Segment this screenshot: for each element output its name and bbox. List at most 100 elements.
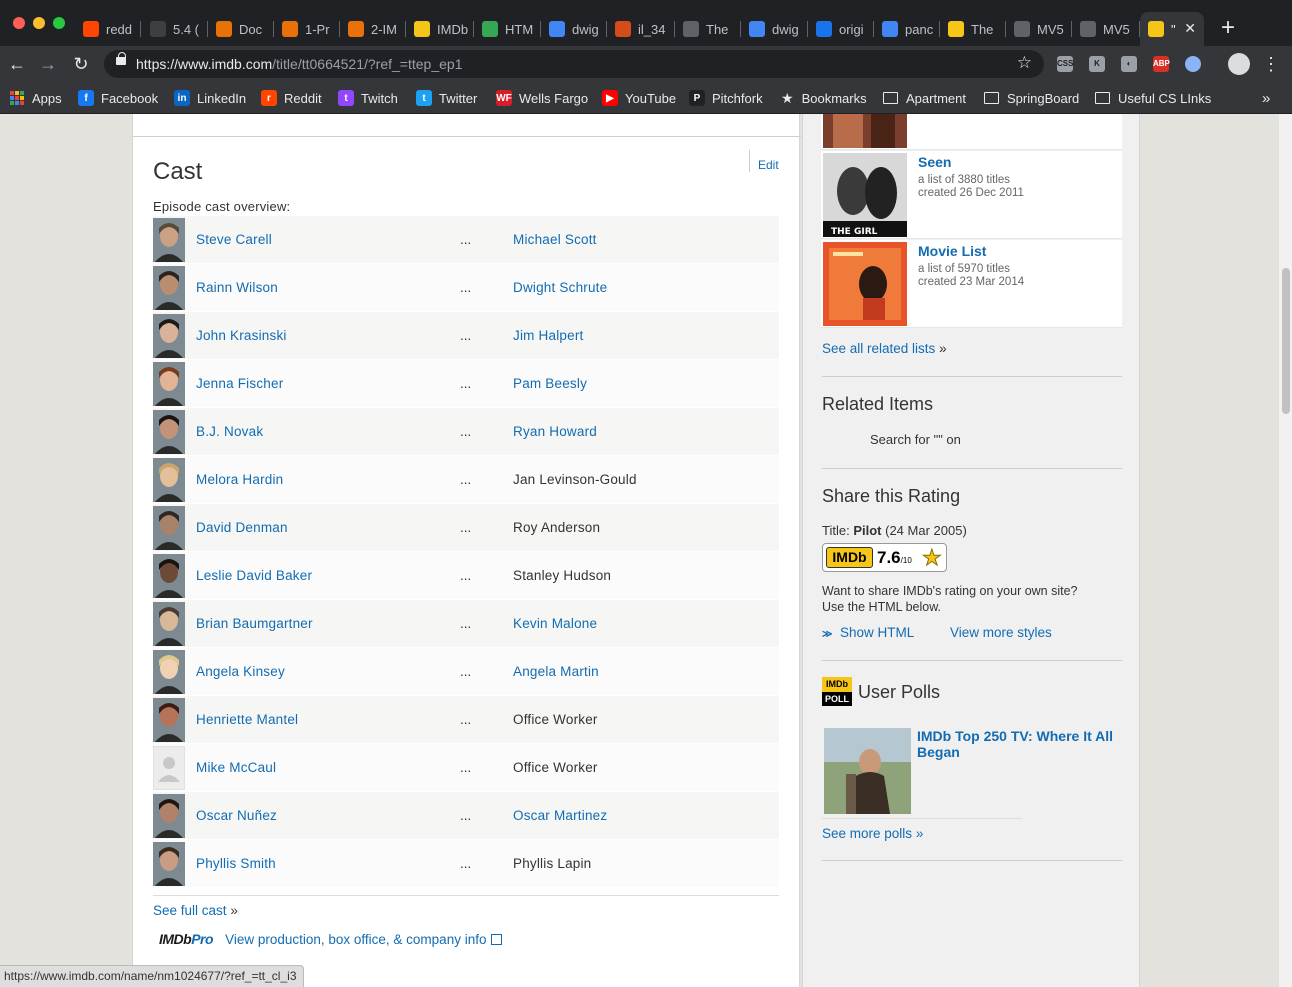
character-name-link[interactable]: Kevin Malone (513, 616, 597, 631)
list-title-link[interactable]: Movie List (918, 243, 986, 259)
bookmark-youtube[interactable]: ▶ YouTube (602, 88, 676, 108)
avatar[interactable] (153, 266, 185, 310)
character-name-link[interactable]: Dwight Schrute (513, 280, 607, 295)
bookmark-pitchfork[interactable]: P Pitchfork (689, 88, 763, 108)
avatar[interactable] (153, 698, 185, 742)
avatar[interactable] (153, 794, 185, 838)
avatar[interactable] (153, 650, 185, 694)
bookmark-apps[interactable]: Apps (10, 88, 62, 108)
actor-name-link[interactable]: Leslie David Baker (196, 568, 312, 583)
profile-avatar[interactable] (1228, 53, 1250, 75)
actor-name-link[interactable]: B.J. Novak (196, 424, 263, 439)
actor-name-link[interactable]: John Krasinski (196, 328, 287, 343)
view-more-styles-link[interactable]: View more styles (950, 625, 1052, 640)
reload-button[interactable]: ↻ (67, 50, 95, 78)
actor-name-link[interactable]: Phyllis Smith (196, 856, 276, 871)
scrollbar-thumb[interactable] (1282, 268, 1290, 414)
actor-name-link[interactable]: Henriette Mantel (196, 712, 298, 727)
browser-tab[interactable]: origi (808, 12, 874, 46)
avatar[interactable] (153, 746, 185, 790)
extension-adblock-icon[interactable]: ABP (1153, 56, 1170, 72)
browser-tab[interactable]: The (675, 12, 741, 46)
extension-circle-icon[interactable] (1185, 56, 1201, 72)
bookmark-twitch[interactable]: t Twitch (338, 88, 398, 108)
list-item-partial[interactable] (821, 114, 1122, 150)
imdbpro-company-info-link[interactable]: View production, box office, & company i… (225, 932, 486, 947)
browser-tab[interactable]: 5.4 ( (142, 12, 208, 46)
avatar[interactable] (153, 314, 185, 358)
character-name-link[interactable]: Jim Halpert (513, 328, 583, 343)
close-window-button[interactable] (13, 17, 25, 29)
avatar[interactable] (153, 458, 185, 502)
more-bookmarks-icon[interactable]: » (1262, 88, 1270, 108)
list-thumbnail[interactable] (823, 242, 907, 326)
browser-tab[interactable]: IMDb (406, 12, 474, 46)
list-item[interactable]: Movie List a list of 5970 titles created… (821, 240, 1122, 328)
browser-tab[interactable]: 1-Pr (274, 12, 340, 46)
page-scrollbar[interactable] (1278, 114, 1292, 987)
browser-tab[interactable]: dwig (541, 12, 607, 46)
rating-badge[interactable]: IMDb 7.6/10 ★ (822, 543, 947, 572)
bookmark-useful-cs-links[interactable]: Useful CS LInks (1095, 88, 1211, 108)
address-bar[interactable]: https://www.imdb.com/title/tt0664521/?re… (104, 50, 1044, 78)
bookmark-facebook[interactable]: f Facebook (78, 88, 158, 108)
avatar[interactable] (153, 842, 185, 886)
character-name-link[interactable]: Oscar Martinez (513, 808, 607, 823)
avatar[interactable] (153, 506, 185, 550)
see-all-related-lists-link[interactable]: See all related lists » (822, 341, 947, 356)
zoom-window-button[interactable] (53, 17, 65, 29)
browser-tab[interactable]: Doc (208, 12, 274, 46)
actor-name-link[interactable]: Angela Kinsey (196, 664, 285, 679)
extension-k-icon[interactable]: K (1089, 56, 1105, 72)
forward-button[interactable]: → (34, 50, 62, 78)
browser-tab[interactable]: dwig (741, 12, 808, 46)
actor-name-link[interactable]: Steve Carell (196, 232, 272, 247)
browser-tab[interactable]: HTM (474, 12, 541, 46)
bookmark-apartment[interactable]: Apartment (883, 88, 966, 108)
browser-tab[interactable]: 2-IM (340, 12, 406, 46)
bookmark-wells-fargo[interactable]: WF Wells Fargo (496, 88, 588, 108)
chrome-menu-icon[interactable]: ⋮ (1257, 50, 1285, 78)
bookmark-twitter[interactable]: t Twitter (416, 88, 477, 108)
character-name-link[interactable]: Michael Scott (513, 232, 597, 247)
character-name-link[interactable]: Angela Martin (513, 664, 599, 679)
actor-name-link[interactable]: David Denman (196, 520, 288, 535)
bookmark-star-icon[interactable]: ☆ (1017, 53, 1032, 73)
extension-bulb-icon[interactable]: ◐ (1121, 56, 1137, 72)
poll-thumbnail[interactable] (824, 728, 911, 814)
bookmark-linkedin[interactable]: in LinkedIn (174, 88, 246, 108)
browser-tab[interactable]: The (940, 12, 1006, 46)
actor-name-link[interactable]: Melora Hardin (196, 472, 283, 487)
avatar[interactable] (153, 410, 185, 454)
browser-tab[interactable]: MV5 (1006, 12, 1072, 46)
character-name-link[interactable]: Pam Beesly (513, 376, 587, 391)
close-tab-icon[interactable]: ✕ (1184, 20, 1196, 37)
avatar[interactable] (153, 218, 185, 262)
browser-tab[interactable]: " ✕ (1140, 12, 1204, 46)
show-html-link[interactable]: ≫ Show HTML (822, 625, 914, 640)
avatar[interactable] (153, 602, 185, 646)
bookmark-reddit[interactable]: r Reddit (261, 88, 322, 108)
character-name-link[interactable]: Ryan Howard (513, 424, 597, 439)
avatar[interactable] (153, 362, 185, 406)
see-more-polls-link[interactable]: See more polls » (822, 826, 923, 841)
bookmark-springboard[interactable]: SpringBoard (984, 88, 1079, 108)
list-item[interactable]: THE GIRL Seen a list of 3880 titles crea… (821, 151, 1122, 239)
list-title-link[interactable]: Seen (918, 154, 951, 170)
avatar[interactable] (153, 554, 185, 598)
actor-name-link[interactable]: Jenna Fischer (196, 376, 283, 391)
new-tab-button[interactable]: + (1214, 15, 1242, 43)
browser-tab[interactable]: MV5 (1072, 12, 1140, 46)
extension-css-icon[interactable]: CSS (1057, 56, 1073, 72)
bookmark-bookmarks[interactable]: ★ Bookmarks (781, 88, 867, 108)
actor-name-link[interactable]: Oscar Nuñez (196, 808, 277, 823)
minimize-window-button[interactable] (33, 17, 45, 29)
actor-name-link[interactable]: Mike McCaul (196, 760, 276, 775)
browser-tab[interactable]: panc (874, 12, 940, 46)
edit-cast-link[interactable]: Edit (749, 150, 779, 172)
poll-title-link[interactable]: IMDb Top 250 TV: Where It All Began (917, 728, 1127, 760)
actor-name-link[interactable]: Brian Baumgartner (196, 616, 313, 631)
browser-tab[interactable]: redd (75, 12, 141, 46)
list-thumbnail[interactable]: THE GIRL (823, 153, 907, 237)
actor-name-link[interactable]: Rainn Wilson (196, 280, 278, 295)
